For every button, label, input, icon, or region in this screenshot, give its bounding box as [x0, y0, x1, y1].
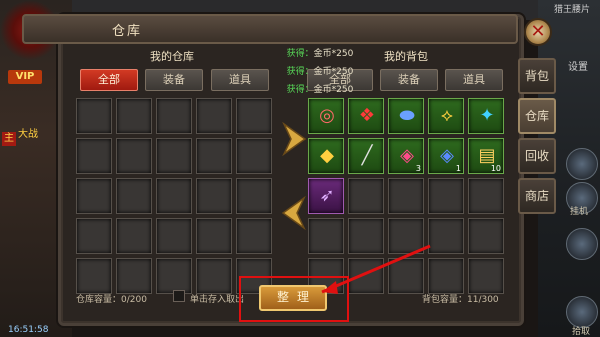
bag-item-slot[interactable]: ❖: [348, 98, 384, 134]
storage-slot[interactable]: [76, 218, 112, 254]
bag-capacity: 背包容量：11/300: [422, 295, 499, 305]
withdraw-arrow-icon[interactable]: [281, 196, 307, 230]
bag-grid: ◎ ❖ ⬬ ⟡ ✦ ◆ ╱ ◈ 3 ◈ 1 ▤ 10 ➶: [308, 98, 504, 294]
checkbox-label: 单击存入取出: [190, 295, 245, 305]
storage-slot[interactable]: [196, 258, 232, 294]
minimap-label: 猎王腰片: [553, 5, 590, 15]
bag-item-slot[interactable]: ▤ 10: [468, 138, 504, 174]
storage-slot[interactable]: [116, 138, 152, 174]
storage-slot[interactable]: [196, 138, 232, 174]
gain-message: 获得：金币*250: [250, 64, 390, 77]
gain-amount: 金币*250: [313, 49, 354, 59]
storage-slot[interactable]: [116, 98, 152, 134]
bag-slot[interactable]: [468, 218, 504, 254]
storage-slot[interactable]: [196, 178, 232, 214]
bag-slot[interactable]: [468, 178, 504, 214]
item-count: 1: [455, 164, 461, 173]
main-quest-tag[interactable]: 主: [2, 132, 16, 146]
bag-item-slot[interactable]: ◈ 3: [388, 138, 424, 174]
item-count: 10: [490, 164, 501, 173]
storage-slot[interactable]: [156, 258, 192, 294]
deposit-arrow-icon[interactable]: [281, 122, 307, 156]
storage-slot[interactable]: [116, 218, 152, 254]
side-tab-bag[interactable]: 背包: [518, 58, 556, 94]
storage-slot[interactable]: [76, 258, 112, 294]
storage-slot[interactable]: [116, 178, 152, 214]
settings-label[interactable]: 设置: [568, 58, 588, 73]
storage-tab-all[interactable]: 全部: [80, 69, 138, 91]
side-tab-recycle[interactable]: 回收: [518, 138, 556, 174]
storage-slot[interactable]: [156, 138, 192, 174]
bag-item-slot[interactable]: ⟡: [428, 98, 464, 134]
bag-slot[interactable]: [308, 218, 344, 254]
skill-orb-icon[interactable]: [566, 228, 598, 260]
storage-tab-equipment[interactable]: 装备: [145, 69, 203, 91]
helmet-icon: ◆: [320, 145, 334, 166]
side-tab-shop[interactable]: 商店: [518, 178, 556, 214]
vip-badge: VIP: [8, 70, 42, 84]
gain-message: 获得：金币*250: [250, 82, 390, 95]
bag-slot[interactable]: [348, 258, 384, 294]
storage-slot[interactable]: [156, 98, 192, 134]
bag-slot[interactable]: [348, 178, 384, 214]
storage-slot[interactable]: [76, 98, 112, 134]
bag-slot[interactable]: [428, 218, 464, 254]
storage-grid: [76, 98, 272, 294]
storage-slot[interactable]: [156, 218, 192, 254]
storage-slot[interactable]: [236, 218, 272, 254]
close-button[interactable]: ✕: [524, 18, 552, 46]
storage-label: 我的仓库: [150, 50, 194, 63]
bag-slot[interactable]: [468, 258, 504, 294]
staff-icon: ╱: [361, 145, 373, 166]
bag-item-slot[interactable]: ➶: [308, 178, 344, 214]
amulet-icon: ✦: [479, 105, 495, 126]
bag-slot[interactable]: [428, 178, 464, 214]
item-count: 3: [415, 164, 421, 173]
clock-label: 16:51:58: [8, 325, 49, 335]
storage-slot[interactable]: [196, 218, 232, 254]
bag-item-slot[interactable]: ◎: [308, 98, 344, 134]
storage-slot[interactable]: [76, 138, 112, 174]
bag-slot[interactable]: [388, 258, 424, 294]
storage-slot[interactable]: [236, 98, 272, 134]
gain-message: 获得：金币*250: [250, 46, 390, 59]
left-hud-text: 大战: [18, 129, 38, 140]
gain-amount: 金币*250: [313, 67, 354, 77]
storage-slot[interactable]: [76, 178, 112, 214]
side-tab-warehouse[interactable]: 仓库: [518, 98, 556, 134]
storage-slot[interactable]: [156, 178, 192, 214]
auto-battle-label: 挂机: [570, 207, 589, 217]
ring-icon: ◎: [319, 105, 335, 126]
panel-title: 仓库: [112, 24, 143, 39]
gain-prefix: 获得：: [286, 67, 314, 77]
storage-slot[interactable]: [116, 258, 152, 294]
bag-slot[interactable]: [388, 178, 424, 214]
single-click-checkbox[interactable]: [173, 290, 185, 302]
gain-prefix: 获得：: [286, 49, 314, 59]
bag-item-slot[interactable]: ✦: [468, 98, 504, 134]
bag-item-slot[interactable]: ◆: [308, 138, 344, 174]
storage-slot[interactable]: [236, 178, 272, 214]
storage-slot[interactable]: [236, 138, 272, 174]
bag-item-slot[interactable]: ⬬: [388, 98, 424, 134]
bracelet-icon: ⬬: [399, 105, 415, 126]
gain-amount: 金币*250: [313, 85, 354, 95]
storage-slot[interactable]: [196, 98, 232, 134]
gain-prefix: 获得：: [286, 85, 314, 95]
pickup-label: 拾取: [572, 327, 591, 337]
panel-title-bar: [22, 14, 518, 44]
bag-slot[interactable]: [348, 218, 384, 254]
bag-item-slot[interactable]: ╱: [348, 138, 384, 174]
highlight-box: [239, 276, 349, 322]
bag-label: 我的背包: [384, 50, 428, 63]
chain-icon: ⟡: [441, 105, 453, 126]
storage-capacity: 仓库容量：0/200: [76, 295, 147, 305]
necklace-icon: ❖: [358, 105, 376, 126]
bag-tab-items[interactable]: 道具: [445, 69, 503, 91]
bag-item-slot[interactable]: ◈ 1: [428, 138, 464, 174]
bag-slot[interactable]: [428, 258, 464, 294]
feather-icon: ➶: [319, 185, 335, 206]
bag-slot[interactable]: [388, 218, 424, 254]
skill-orb-icon[interactable]: [566, 148, 598, 180]
